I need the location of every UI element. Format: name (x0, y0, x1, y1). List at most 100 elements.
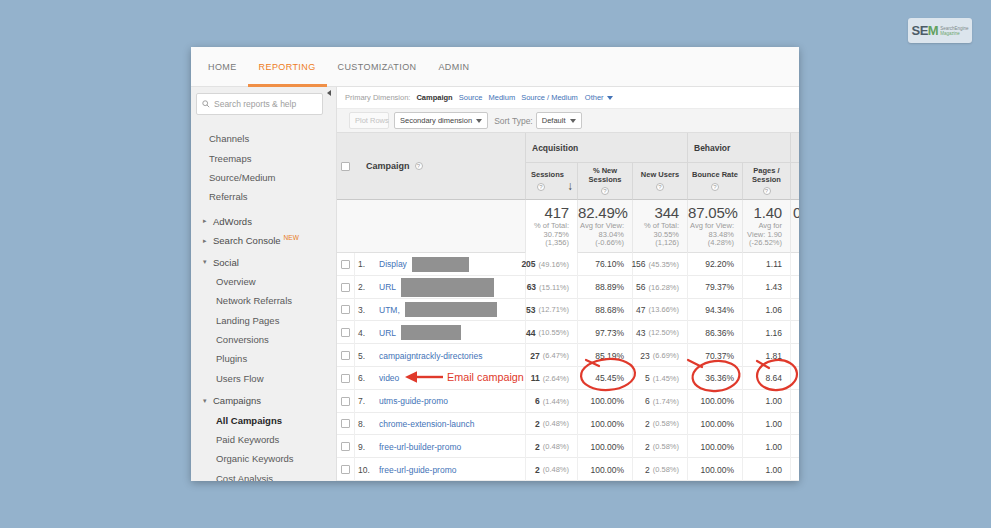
sidebar-item-search-console[interactable]: ▸Search ConsoleNEW (191, 231, 337, 250)
group-header-acquisition: Acquisition (525, 133, 687, 163)
chevron-expanded-icon: ▾ (203, 258, 213, 266)
sidebar-item-campaigns[interactable]: ▾Campaigns (191, 391, 337, 410)
campaigns-table: Campaign? Acquisition Behavior Sessions?… (337, 133, 799, 481)
cell-pages-session: 1.43 (742, 276, 790, 299)
sem-logo-text: SEM (912, 23, 939, 38)
row-index: 10. (355, 465, 379, 475)
sidebar-item-treemaps[interactable]: Treemaps (191, 148, 337, 167)
summary-bounce-rate: 87.05%Avg for View:83.48%(4.28%) (687, 200, 742, 253)
dimension-medium-link[interactable]: Medium (488, 93, 515, 102)
redacted-block (405, 302, 497, 317)
sidebar-item-landing-pages[interactable]: Landing Pages (191, 311, 337, 330)
table-row-utm-: 3.UTM,53(12.71%)88.68%47(13.66%)94.34%1.… (337, 299, 799, 322)
chevron-expanded-icon: ▾ (203, 397, 213, 405)
row-checkbox[interactable] (341, 328, 350, 337)
dimension-source-medium-link[interactable]: Source / Medium (521, 93, 578, 102)
column-header-pages-session[interactable]: Pages / Session? (742, 163, 790, 200)
cell-clipped-column (790, 321, 799, 344)
campaign-link[interactable]: Display (379, 259, 407, 269)
summary-new-sessions: 82.49%Avg for View:83.04%(-0.66%) (577, 200, 632, 253)
campaign-link[interactable]: URL (379, 328, 396, 338)
cell-clipped-column (790, 276, 799, 299)
sidebar-item-users-flow[interactable]: Users Flow (191, 369, 337, 388)
help-icon[interactable]: ? (601, 187, 609, 195)
sidebar-item-referrals[interactable]: Referrals (191, 187, 337, 206)
sidebar-item-cost-analysis[interactable]: Cost Analysis (191, 469, 337, 481)
cell-bounce-rate: 86.36% (687, 321, 742, 344)
row-checkbox[interactable] (341, 351, 350, 360)
redacted-block (412, 257, 469, 272)
sidebar-item-source-medium[interactable]: Source/Medium (191, 168, 337, 187)
sidebar-item-adwords[interactable]: ▸AdWords (191, 212, 337, 231)
table-row-utms-guide-promo: 7.utms-guide-promo6(1.44%)100.00%6(1.74%… (337, 390, 799, 413)
cell-sessions: 53(12.71%) (525, 299, 577, 322)
row-checkbox[interactable] (341, 419, 350, 428)
sidebar-item-overview[interactable]: Overview (191, 272, 337, 291)
help-icon[interactable]: ? (537, 183, 545, 191)
tab-home[interactable]: HOME (197, 47, 248, 87)
secondary-dimension-dropdown[interactable]: Secondary dimension (394, 112, 488, 129)
summary-new-users: 344% of Total:30.55%(1,126) (632, 200, 687, 253)
tab-customization[interactable]: CUSTOMIZATION (327, 47, 428, 87)
row-index: 8. (355, 419, 379, 429)
search-placeholder: Search reports & help (214, 99, 296, 109)
row-checkbox[interactable] (341, 465, 350, 474)
cell-clipped-column (790, 413, 799, 436)
campaign-link[interactable]: free-url-builder-promo (379, 442, 461, 452)
cell-pages-session: 1.81 (742, 344, 790, 367)
sidebar-item-plugins[interactable]: Plugins (191, 349, 337, 368)
dimension-campaign-selected[interactable]: Campaign (416, 93, 452, 102)
help-icon[interactable]: ? (763, 187, 771, 195)
sidebar-nav-list: ChannelsTreemapsSource/MediumReferrals▸A… (191, 129, 337, 481)
summary-sessions: 417% of Total:30.75%(1,356) (525, 200, 577, 253)
sort-type-dropdown[interactable]: Default (536, 112, 582, 129)
help-icon[interactable]: ? (711, 183, 719, 191)
row-index: 9. (355, 442, 379, 452)
cell-bounce-rate: 79.37% (687, 276, 742, 299)
dimension-source-link[interactable]: Source (459, 93, 483, 102)
sidebar-item-conversions[interactable]: Conversions (191, 330, 337, 349)
search-input[interactable]: Search reports & help (196, 93, 323, 115)
sidebar-item-social[interactable]: ▾Social (191, 252, 337, 271)
row-checkbox[interactable] (341, 283, 350, 292)
campaign-link[interactable]: UTM, (379, 305, 400, 315)
column-header-new-sessions[interactable]: % New Sessions? (577, 163, 632, 200)
row-checkbox[interactable] (341, 374, 350, 383)
tab-reporting[interactable]: REPORTING (248, 47, 327, 87)
campaign-link[interactable]: campaigntrackly-directories (379, 351, 482, 361)
tab-admin[interactable]: ADMIN (427, 47, 480, 87)
sem-magazine-logo: SEM SearchEngine Magazine (908, 18, 972, 43)
row-checkbox[interactable] (341, 442, 350, 451)
campaign-link[interactable]: URL (379, 282, 396, 292)
dimension-other-dropdown[interactable]: Other (585, 93, 613, 102)
campaign-link[interactable]: utms-guide-promo (379, 396, 448, 406)
sidebar-item-channels[interactable]: Channels (191, 129, 337, 148)
row-checkbox[interactable] (341, 305, 350, 314)
row-index: 1. (355, 259, 379, 269)
chevron-collapsed-icon: ▸ (203, 217, 213, 225)
row-checkbox[interactable] (341, 397, 350, 406)
chevron-down-icon (570, 119, 576, 123)
cell-pages-session: 1.11 (742, 253, 790, 276)
select-all-checkbox[interactable] (341, 162, 350, 171)
campaign-link[interactable]: free-url-guide-promo (379, 465, 456, 475)
campaign-link[interactable]: chrome-extension-launch (379, 419, 474, 429)
sidebar-item-organic-keywords[interactable]: Organic Keywords (191, 449, 337, 468)
report-main: Primary Dimension: Campaign Source Mediu… (337, 87, 799, 481)
column-header-sessions[interactable]: Sessions? ↓ (525, 163, 577, 200)
campaign-link[interactable]: video (379, 373, 399, 383)
primary-dimension-bar: Primary Dimension: Campaign Source Mediu… (337, 87, 799, 108)
campaign-column-header[interactable]: Campaign (366, 161, 410, 171)
sidebar-item-all-campaigns[interactable]: All Campaigns (191, 410, 337, 429)
sidebar-item-network-referrals[interactable]: Network Referrals (191, 291, 337, 310)
column-header-new-users[interactable]: New Users? (632, 163, 687, 200)
help-icon[interactable]: ? (415, 162, 423, 170)
help-icon[interactable]: ? (656, 183, 664, 191)
summary-row: 417% of Total:30.75%(1,356)82.49%Avg for… (337, 200, 799, 253)
sidebar-item-paid-keywords[interactable]: Paid Keywords (191, 430, 337, 449)
row-checkbox[interactable] (341, 260, 350, 269)
table-row-chrome-extension-launch: 8.chrome-extension-launch2(0.48%)100.00%… (337, 413, 799, 436)
sidebar-collapse-icon[interactable] (327, 90, 331, 96)
column-header-bounce-rate[interactable]: Bounce Rate? (687, 163, 742, 200)
plot-rows-button[interactable]: Plot Rows (349, 112, 389, 129)
